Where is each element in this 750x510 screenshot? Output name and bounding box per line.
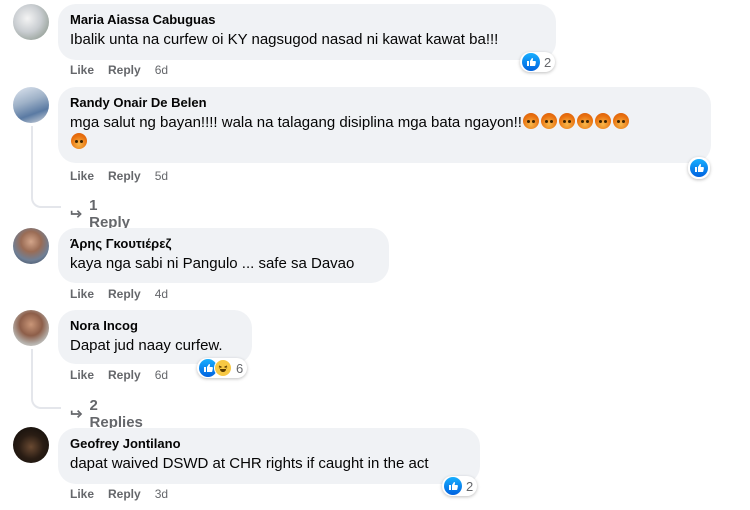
comment-text: dapat waived DSWD at CHR rights if caugh…: [70, 455, 429, 472]
view-replies-link[interactable]: 1 Reply: [70, 197, 133, 231]
comment-author[interactable]: Randy Onair De Belen: [70, 95, 699, 111]
comment-bubble: Geofrey Jontilano dapat waived DSWD at C…: [58, 428, 480, 484]
comment-text: mga salut ng bayan!!!! wala na talagang …: [70, 113, 699, 153]
comment-bubble: Maria Aiassa Cabuguas Ibalik unta na cur…: [58, 4, 556, 60]
comment-author[interactable]: Nora Incog: [70, 318, 240, 334]
comment-actions: Like Reply 6d: [70, 368, 182, 382]
reaction-count: 2: [466, 478, 474, 494]
reaction-summary[interactable]: [688, 157, 710, 179]
comment-bubble: Nora Incog Dapat jud naay curfew.: [58, 310, 252, 364]
thread-line: [31, 387, 61, 409]
avatar[interactable]: [13, 427, 49, 463]
comment-actions: Like Reply 3d: [70, 487, 182, 501]
replies-label: 2 Replies: [89, 397, 143, 431]
comment-actions: Like Reply 6d: [70, 63, 182, 77]
comment-actions: Like Reply 4d: [70, 287, 182, 301]
like-button[interactable]: Like: [70, 63, 94, 77]
haha-icon: [214, 359, 232, 377]
reaction-count: 6: [236, 360, 244, 376]
comment-author[interactable]: Maria Aiassa Cabuguas: [70, 12, 544, 28]
reply-button[interactable]: Reply: [108, 487, 141, 501]
reaction-count: 2: [544, 54, 552, 70]
angry-face-icon: [540, 113, 557, 129]
comment-text: Dapat jud naay curfew.: [70, 337, 223, 354]
comment-bubble: Άρης Γκουτιέρεζ kaya nga sabi ni Pangulo…: [58, 228, 389, 283]
avatar[interactable]: [13, 310, 49, 346]
angry-face-icon: [522, 113, 539, 129]
like-button[interactable]: Like: [70, 287, 94, 301]
thread-line: [31, 186, 61, 208]
avatar[interactable]: [13, 87, 49, 123]
like-icon: [444, 477, 462, 495]
avatar[interactable]: [13, 4, 49, 40]
reply-arrow-icon: [70, 210, 82, 218]
comment-author[interactable]: Άρης Γκουτιέρεζ: [70, 236, 377, 252]
reaction-summary[interactable]: 2: [442, 476, 478, 496]
comment-text: Ibalik unta na curfew oi KY nagsugod nas…: [70, 31, 499, 48]
comment-bubble: Randy Onair De Belen mga salut ng bayan!…: [58, 87, 711, 163]
like-icon: [690, 159, 708, 177]
like-button[interactable]: Like: [70, 169, 94, 183]
thread-line: [31, 126, 33, 186]
comment-timestamp[interactable]: 6d: [155, 63, 168, 77]
like-button[interactable]: Like: [70, 368, 94, 382]
comment-text: kaya nga sabi ni Pangulo ... safe sa Dav…: [70, 255, 355, 272]
reaction-summary[interactable]: 6: [197, 358, 248, 378]
comment-timestamp[interactable]: 4d: [155, 287, 168, 301]
reply-button[interactable]: Reply: [108, 63, 141, 77]
reply-button[interactable]: Reply: [108, 169, 141, 183]
angry-face-icon: [612, 113, 629, 129]
reply-arrow-icon: [70, 410, 83, 418]
like-icon: [522, 53, 540, 71]
angry-face-icon: [594, 113, 611, 129]
replies-label: 1 Reply: [89, 197, 130, 231]
comment-timestamp[interactable]: 6d: [155, 368, 168, 382]
angry-face-icon: [558, 113, 575, 129]
thread-line: [31, 349, 33, 387]
angry-face-icon: [71, 133, 87, 149]
avatar[interactable]: [13, 228, 49, 264]
comment-actions: Like Reply 5d: [70, 169, 182, 183]
comment-text-content: mga salut ng bayan!!!! wala na talagang …: [70, 114, 522, 131]
like-button[interactable]: Like: [70, 487, 94, 501]
comment-author[interactable]: Geofrey Jontilano: [70, 436, 468, 452]
reply-button[interactable]: Reply: [108, 287, 141, 301]
view-replies-link[interactable]: 2 Replies: [70, 397, 145, 431]
comment-timestamp[interactable]: 3d: [155, 487, 168, 501]
reply-button[interactable]: Reply: [108, 368, 141, 382]
reaction-summary[interactable]: 2: [520, 52, 556, 72]
angry-face-icon: [576, 113, 593, 129]
comment-timestamp[interactable]: 5d: [155, 169, 168, 183]
